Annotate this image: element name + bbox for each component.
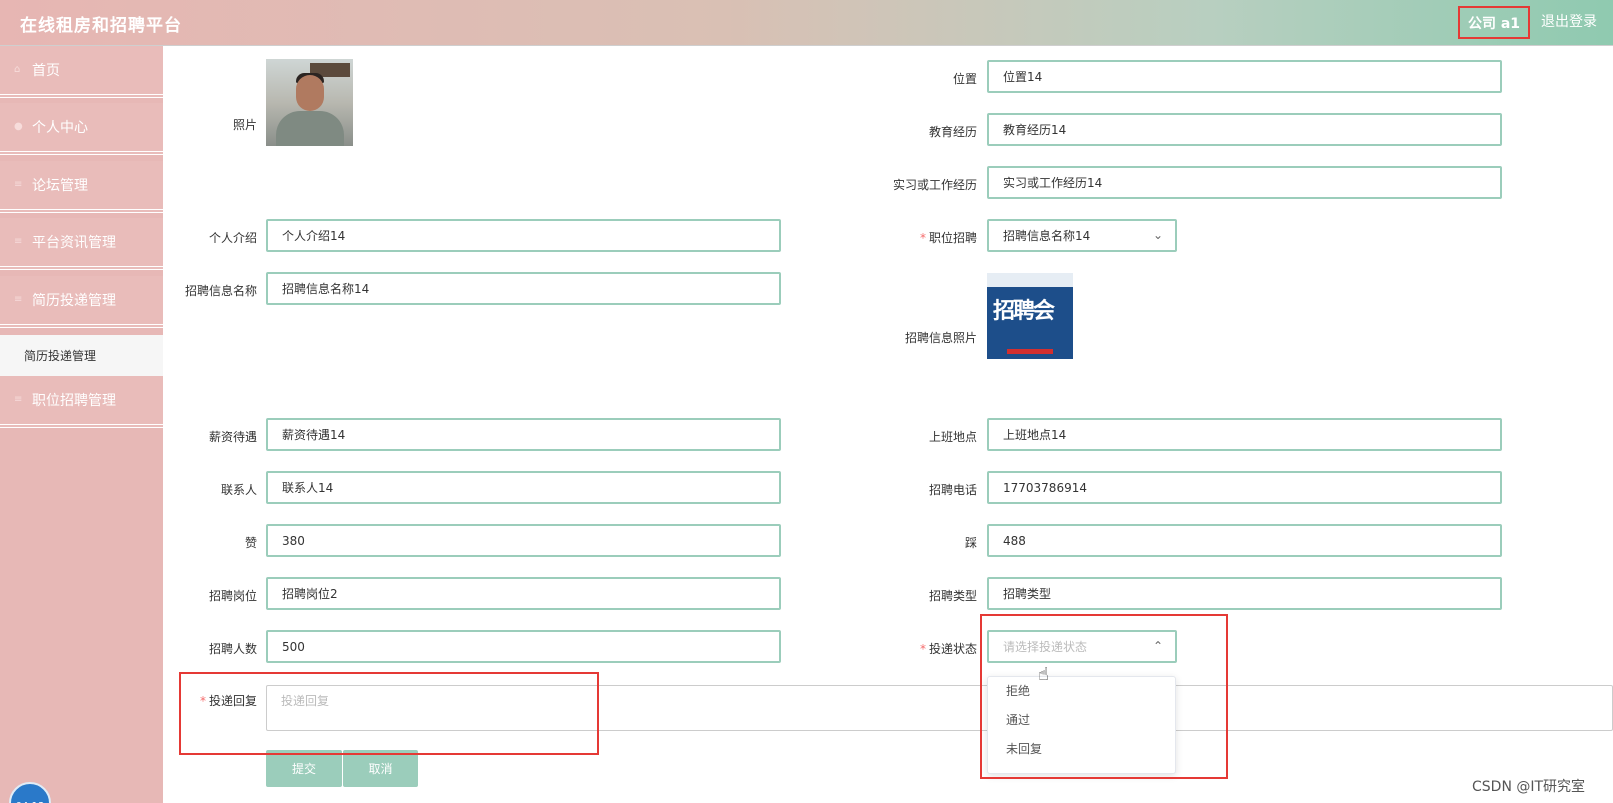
list-icon: ≡: [14, 236, 23, 247]
education-input[interactable]: 教育经历14: [987, 113, 1502, 146]
hand-cursor-icon: ☝: [1038, 664, 1049, 685]
contact-label: 联系人: [220, 483, 257, 497]
type-input[interactable]: 招聘类型: [987, 577, 1502, 610]
position-input[interactable]: 位置14: [987, 60, 1502, 93]
recruit-photo-label: 招聘信息照片: [904, 331, 977, 345]
sidebar-item-forum[interactable]: ≡ 论坛管理: [0, 161, 163, 213]
sidebar-item-home[interactable]: ⌂ 首页: [0, 46, 163, 98]
app-title: 在线租房和招聘平台: [20, 16, 182, 36]
cancel-button[interactable]: 取消: [343, 750, 418, 787]
chevron-down-icon: ⌄: [1152, 228, 1163, 242]
recruit-name-label: 招聘信息名称: [184, 284, 257, 298]
status-select-placeholder: 请选择投递状态: [1003, 640, 1088, 654]
job-label: * 职位招聘: [919, 231, 977, 245]
job-select[interactable]: 招聘信息名称14 ⌄: [987, 219, 1177, 252]
status-select[interactable]: 请选择投递状态 ⌃: [987, 630, 1177, 663]
sidebar-item-personal-center[interactable]: ● 个人中心: [0, 103, 163, 155]
post-input[interactable]: 招聘岗位2: [266, 577, 781, 610]
watermark: CSDN @IT研究室: [1472, 779, 1586, 795]
salary-input[interactable]: 薪资待遇14: [266, 418, 781, 451]
list-icon: ≡: [14, 394, 23, 405]
post-label: 招聘岗位: [208, 589, 257, 603]
phone-label: 招聘电话: [928, 483, 977, 497]
home-icon: ⌂: [14, 64, 21, 75]
top-header: 在线租房和招聘平台 公司 a1 退出登录: [0, 0, 1613, 46]
work-input[interactable]: 实习或工作经历14: [987, 166, 1502, 199]
sidebar-item-label: 简历投递管理: [32, 293, 116, 309]
list-icon: ≡: [14, 294, 23, 305]
photo-image: [266, 59, 353, 146]
photo-label: 照片: [232, 118, 257, 132]
count-label: 招聘人数: [208, 642, 257, 656]
status-option-reject[interactable]: 拒绝: [988, 677, 1175, 706]
intro-label: 个人介绍: [208, 231, 257, 245]
user-icon: ●: [14, 121, 23, 132]
count-input[interactable]: 500: [266, 630, 781, 663]
status-option-pass[interactable]: 通过: [988, 706, 1175, 735]
workplace-label: 上班地点: [928, 430, 977, 444]
sidebar-item-label: 首页: [32, 63, 60, 79]
type-label: 招聘类型: [928, 589, 977, 603]
list-icon: ≡: [14, 179, 23, 190]
logout-link[interactable]: 退出登录: [1541, 11, 1597, 31]
clock-badge: 04:13: [9, 782, 51, 803]
required-mark: *: [919, 231, 926, 245]
intro-input[interactable]: 个人介绍14: [266, 219, 781, 252]
sidebar-item-news[interactable]: ≡ 平台资讯管理: [0, 218, 163, 270]
submenu-item-resume-manage[interactable]: 简历投递管理: [0, 335, 163, 376]
like-label: 赞: [244, 536, 257, 550]
reply-label: * 投递回复: [199, 694, 257, 708]
education-label: 教育经历: [928, 125, 977, 139]
status-option-no-reply[interactable]: 未回复: [988, 735, 1175, 764]
workplace-input[interactable]: 上班地点14: [987, 418, 1502, 451]
required-mark: *: [919, 642, 926, 656]
work-label: 实习或工作经历: [892, 178, 977, 192]
sidebar-item-label: 职位招聘管理: [32, 393, 116, 409]
sidebar-item-resume[interactable]: ≡ 简历投递管理: [0, 276, 163, 328]
required-mark: *: [199, 694, 206, 708]
position-label: 位置: [952, 72, 977, 86]
chevron-up-icon: ⌃: [1152, 639, 1163, 653]
phone-input[interactable]: 17703786914: [987, 471, 1502, 504]
like-input[interactable]: 380: [266, 524, 781, 557]
sidebar-item-label: 个人中心: [32, 120, 88, 136]
sidebar-item-job[interactable]: ≡ 职位招聘管理: [0, 376, 163, 428]
recruit-name-input[interactable]: 招聘信息名称14: [266, 272, 781, 305]
contact-input[interactable]: 联系人14: [266, 471, 781, 504]
user-account-label[interactable]: 公司 a1: [1458, 6, 1530, 39]
dislike-input[interactable]: 488: [987, 524, 1502, 557]
dislike-label: 踩: [964, 536, 977, 550]
reply-textarea[interactable]: 投递回复: [266, 685, 1613, 731]
sidebar-item-label: 论坛管理: [32, 178, 88, 194]
sidebar-item-label: 平台资讯管理: [32, 235, 116, 251]
job-select-value: 招聘信息名称14: [1003, 229, 1091, 243]
recruit-photo-image: 招聘会: [987, 273, 1073, 359]
recruit-photo-text: 招聘会: [993, 299, 1055, 324]
salary-label: 薪资待遇: [208, 430, 257, 444]
status-dropdown: 拒绝 通过 未回复: [987, 676, 1176, 774]
sidebar: ⌂ 首页 ● 个人中心 ≡ 论坛管理 ≡ 平台资讯管理 ≡ 简历投递管理 简历投…: [0, 46, 163, 803]
status-label: * 投递状态: [919, 642, 977, 656]
submit-button[interactable]: 提交: [266, 750, 342, 787]
